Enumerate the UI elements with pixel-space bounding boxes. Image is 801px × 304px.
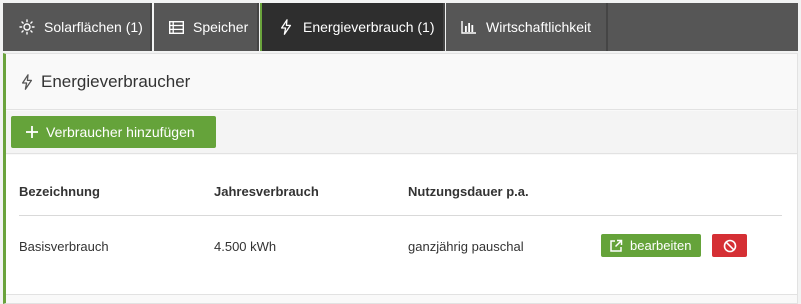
tab-label: Speicher [193,19,249,35]
tab-label: Wirtschaftlichkeit [486,19,592,35]
storage-list-icon [167,18,185,36]
panel-header: Energieverbraucher [6,54,797,110]
panel-title: Energieverbraucher [41,71,191,91]
tab-wirtschaftlichkeit[interactable]: Wirtschaftlichkeit [446,3,608,51]
column-header-bezeichnung: Bezeichnung [19,184,100,199]
edit-button-label: bearbeiten [630,238,692,253]
bar-chart-icon [460,18,478,36]
delete-button[interactable] [712,234,747,257]
lightning-icon [277,18,295,36]
consumer-table: Bezeichnung Jahresverbrauch Nutzungsdaue… [6,155,797,295]
table-cell-name: Basisverbrauch [19,239,109,254]
tab-speicher[interactable]: Speicher [154,3,259,51]
ban-icon [723,239,737,253]
table-cell-usage: ganzjährig pauschal [408,239,524,254]
column-header-nutzungsdauer: Nutzungsdauer p.a. [408,184,529,199]
column-header-jahresverbrauch: Jahresverbrauch [214,184,319,199]
tab-energieverbrauch[interactable]: Energieverbrauch (1) [260,3,445,51]
energieverbraucher-panel: Energieverbraucher Verbraucher hinzufüge… [3,53,798,304]
edit-button[interactable]: bearbeiten [601,234,701,257]
tab-solarflaechen[interactable]: Solarflächen (1) [3,3,152,51]
sun-icon [18,18,36,36]
tab-label: Energieverbrauch (1) [303,19,435,35]
tab-bar: Solarflächen (1) Speicher Energieverbrau… [3,3,798,51]
add-consumer-button[interactable]: Verbraucher hinzufügen [11,116,216,148]
add-consumer-label: Verbraucher hinzufügen [46,124,195,140]
table-divider [19,215,782,216]
external-edit-icon [609,239,623,253]
table-cell-consumption: 4.500 kWh [214,239,277,254]
tab-bar-filler [608,3,798,51]
lightning-icon [21,73,35,90]
tab-label: Solarflächen (1) [44,19,143,35]
panel-toolbar: Verbraucher hinzufügen [6,111,797,154]
plus-icon [25,125,39,139]
